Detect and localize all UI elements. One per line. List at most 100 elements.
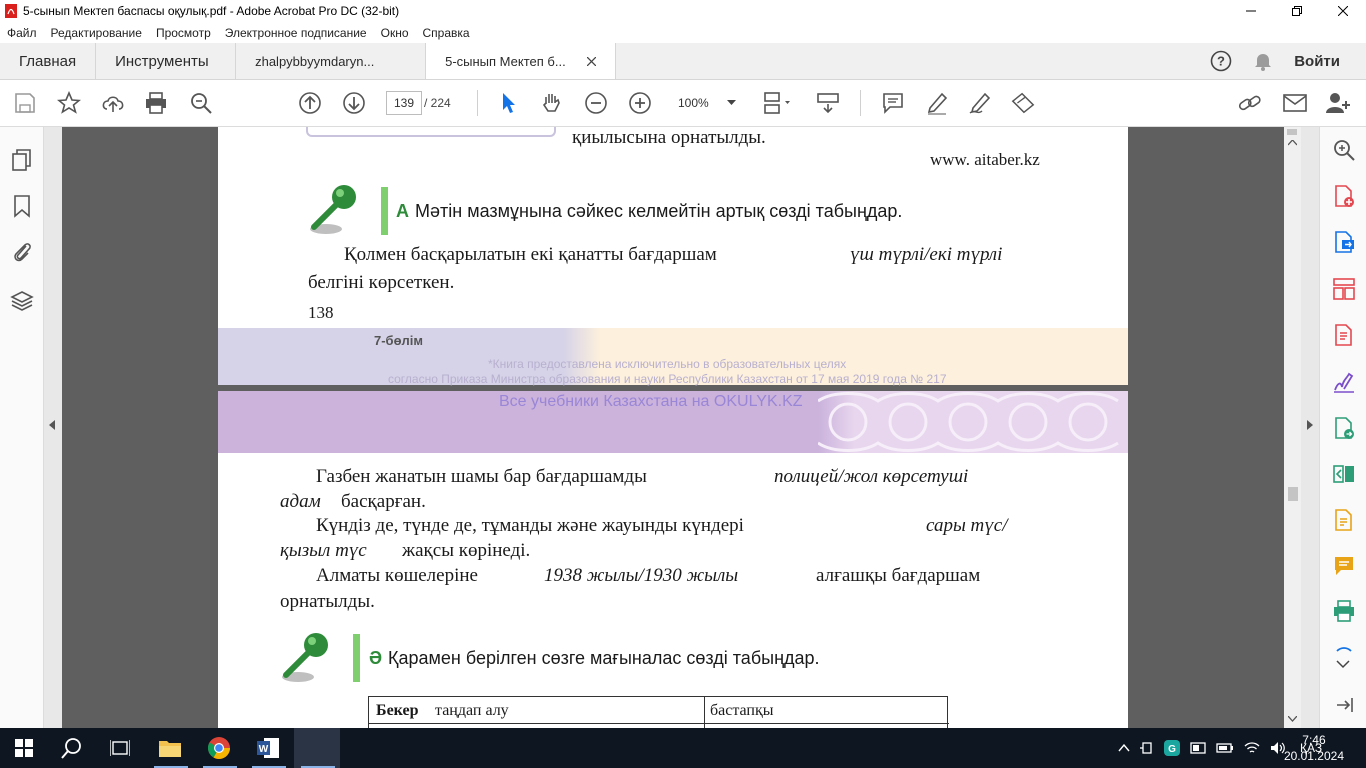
comment-button[interactable] xyxy=(880,90,906,116)
attachment-icon[interactable] xyxy=(10,240,34,264)
task-view-icon xyxy=(110,740,130,756)
clock[interactable]: 7:46 20.01.2024 xyxy=(1284,732,1344,764)
share-link-button[interactable] xyxy=(1237,90,1263,116)
chrome-button[interactable] xyxy=(207,736,231,760)
highlight-button[interactable] xyxy=(924,90,950,116)
tab-document-1[interactable]: zhalpybbyymdaryn... xyxy=(236,43,427,79)
keyboard-scroll-icon xyxy=(817,93,839,114)
search-icon[interactable] xyxy=(1332,138,1356,162)
tray-window-icon[interactable] xyxy=(1190,741,1206,755)
tray-app-g-icon[interactable]: G xyxy=(1164,740,1180,756)
sticky-note-icon[interactable] xyxy=(1332,554,1356,578)
chevron-down-icon[interactable] xyxy=(1336,660,1350,669)
zoom-out-button[interactable] xyxy=(583,90,609,116)
pdf-page-138: қиылысына орнатылды. www. aitaber.kz А М… xyxy=(218,127,1128,386)
page-text-line-italic: адам xyxy=(280,491,321,512)
page-number-input[interactable]: 139 xyxy=(386,91,422,115)
page-text-line-italic: үш түрлі/екі түрлі xyxy=(850,244,1003,265)
stamp-button[interactable] xyxy=(1010,90,1036,116)
chevron-up-icon[interactable] xyxy=(1118,744,1130,752)
bookmark-star-button[interactable] xyxy=(56,90,82,116)
section-label: 7-бөлім xyxy=(374,333,424,348)
save-button[interactable] xyxy=(12,90,38,116)
svg-text:?: ? xyxy=(1217,54,1225,69)
restore-button[interactable] xyxy=(1274,0,1320,22)
page-text-line-italic: 1938 жылы/1930 жылы xyxy=(544,565,739,586)
menu-help[interactable]: Справка xyxy=(416,26,477,40)
create-pdf-icon[interactable] xyxy=(1332,184,1356,208)
table-cell: таңдап алу xyxy=(435,702,509,719)
comment-tool-icon[interactable] xyxy=(1332,508,1356,532)
left-navigation-pane xyxy=(0,127,44,728)
sign-in-button[interactable]: Войти xyxy=(1294,53,1340,70)
find-button[interactable] xyxy=(188,90,214,116)
export-pdf-icon[interactable] xyxy=(1332,230,1356,254)
document-viewport[interactable]: қиылысына орнатылды. www. aitaber.kz А М… xyxy=(62,127,1284,728)
edit-pdf-icon[interactable] xyxy=(1332,323,1356,347)
wifi-icon[interactable] xyxy=(1244,741,1260,755)
upload-button[interactable] xyxy=(100,90,126,116)
scroll-up-icon[interactable] xyxy=(1288,140,1297,146)
notification-bell-icon[interactable] xyxy=(1254,51,1272,71)
page-total: / 224 xyxy=(424,96,451,110)
chevron-down-icon xyxy=(727,100,736,105)
page-text-line: Күндіз де, түнде де, тұманды және жауынд… xyxy=(316,515,744,536)
email-button[interactable] xyxy=(1282,90,1308,116)
menu-file[interactable]: Файл xyxy=(0,26,44,40)
file-explorer-button[interactable] xyxy=(158,736,182,760)
text-box-frame xyxy=(306,127,556,137)
vertical-scrollbar[interactable] xyxy=(1284,127,1301,728)
menu-e-sign[interactable]: Электронное подписание xyxy=(218,26,374,40)
task-instruction: Мәтін мазмұнына сәйкес келмейтін артық с… xyxy=(415,201,903,221)
previous-page-button[interactable] xyxy=(297,90,323,116)
word-table: Бекер таңдап алу бастапқы xyxy=(368,696,949,728)
tab-document-2-label: 5-сынып Мектеп б... xyxy=(445,53,566,69)
compare-files-icon[interactable] xyxy=(1332,462,1356,486)
search-icon xyxy=(61,738,81,759)
left-pane-toggle[interactable] xyxy=(44,127,62,728)
add-user-button[interactable] xyxy=(1326,90,1352,116)
print-production-icon[interactable] xyxy=(1332,600,1356,624)
menu-view[interactable]: Просмотр xyxy=(149,26,218,40)
select-tool-button[interactable] xyxy=(496,90,522,116)
word-button[interactable]: W xyxy=(256,736,280,760)
windows-logo-icon xyxy=(15,739,33,757)
organize-pages-icon[interactable] xyxy=(1332,277,1356,301)
close-window-button[interactable] xyxy=(1320,0,1366,22)
tray-device-icon[interactable] xyxy=(1140,740,1154,756)
page-text-line: Газбен жанатын шамы бар бағдаршамды xyxy=(316,466,647,487)
scroll-down-icon[interactable] xyxy=(1288,716,1297,722)
scroll-mode-button[interactable] xyxy=(815,90,841,116)
right-pane-toggle[interactable] xyxy=(1301,127,1319,728)
tab-document-2[interactable]: 5-сынып Мектеп б... xyxy=(426,43,617,79)
minimize-button[interactable] xyxy=(1228,0,1274,22)
start-button[interactable] xyxy=(12,736,36,760)
task-view-button[interactable] xyxy=(108,736,132,760)
acrobat-icon xyxy=(5,4,17,18)
page-thumbnails-icon[interactable] xyxy=(10,148,34,172)
fill-sign-icon[interactable] xyxy=(1332,370,1356,394)
next-page-button[interactable] xyxy=(341,90,367,116)
tab-home[interactable]: Главная xyxy=(0,43,97,79)
zoom-in-button[interactable] xyxy=(627,90,653,116)
zoom-search-icon xyxy=(191,93,212,114)
close-tab-icon[interactable] xyxy=(587,56,597,66)
layers-icon[interactable] xyxy=(10,289,34,313)
tab-tools[interactable]: Инструменты xyxy=(96,43,237,79)
battery-icon[interactable] xyxy=(1216,742,1234,754)
menu-edit[interactable]: Редактирование xyxy=(44,26,149,40)
help-icon[interactable]: ? xyxy=(1210,50,1232,72)
link-icon xyxy=(1238,95,1261,111)
zoom-level-select[interactable]: 100% xyxy=(672,91,742,115)
page-display-button[interactable] xyxy=(761,90,797,116)
collapse-pane-icon[interactable] xyxy=(1332,693,1356,717)
send-for-review-icon[interactable] xyxy=(1332,416,1356,440)
search-taskbar-button[interactable] xyxy=(60,736,84,760)
menu-window[interactable]: Окно xyxy=(374,26,416,40)
draw-button[interactable] xyxy=(967,90,993,116)
bookmark-icon[interactable] xyxy=(10,194,34,218)
hand-tool-button[interactable] xyxy=(539,90,565,116)
scroll-thumb[interactable] xyxy=(1288,487,1298,501)
clock-time: 7:46 xyxy=(1302,733,1326,747)
print-button[interactable] xyxy=(143,90,169,116)
